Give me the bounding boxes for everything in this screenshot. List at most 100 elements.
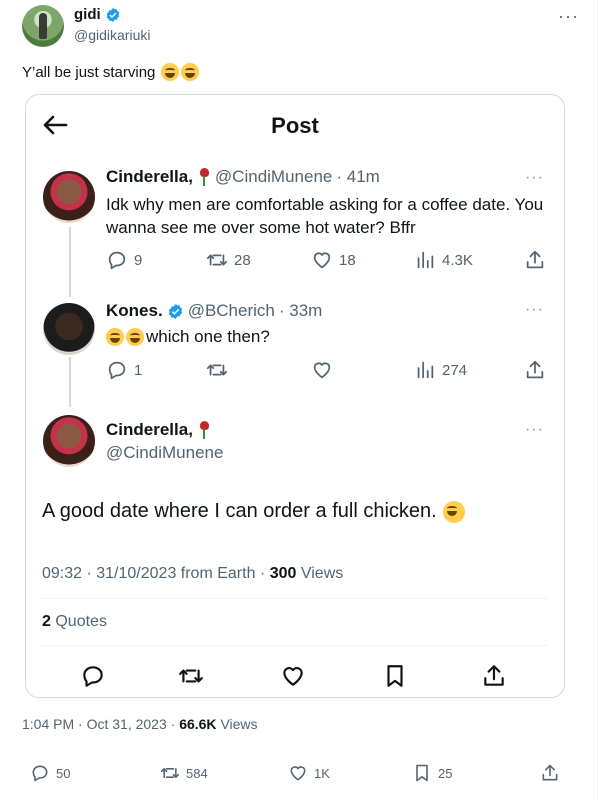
views-chart-icon: [417, 251, 434, 269]
avatar[interactable]: [22, 5, 64, 47]
main-post-text: A good date where I can order a full chi…: [42, 500, 465, 523]
tweet-views-label: Views: [220, 716, 258, 732]
reply-icon: [83, 666, 103, 687]
reply-header: Cinderella, @CindiMunene · 41m: [106, 167, 380, 187]
share-button[interactable]: [540, 763, 560, 783]
reply-time[interactable]: · 41m: [336, 167, 379, 187]
reply-text: which one then?: [106, 325, 270, 348]
main-post-text-content: A good date where I can order a full chi…: [42, 500, 437, 522]
like-count: 18: [339, 251, 356, 269]
post-views-label: Views: [300, 565, 344, 582]
quotes-link[interactable]: 2 Quotes: [42, 613, 107, 631]
bookmark-count: 25: [438, 765, 453, 781]
like-button[interactable]: 18: [311, 249, 356, 271]
retweet-icon: [206, 254, 228, 266]
divider: [42, 598, 548, 599]
like-button[interactable]: [280, 663, 306, 689]
reply-icon: [108, 361, 126, 380]
like-button[interactable]: 1K: [288, 763, 330, 783]
retweet-icon: [179, 669, 203, 683]
reply-button[interactable]: 1: [106, 359, 142, 381]
tears-of-joy-emoji-icon: [106, 327, 124, 346]
reply-button[interactable]: 9: [106, 249, 142, 271]
reply-actions: 9 28 18 4.3K: [26, 248, 564, 272]
post-timestamp: 09:32 · 31/10/2023 from Earth · 300 View…: [42, 565, 343, 583]
share-icon: [526, 360, 544, 379]
tweet-timestamp: 1:04 PM · Oct 31, 2023 · 66.6K Views: [22, 716, 258, 732]
reply-text: Idk why men are comfortable asking for a…: [106, 195, 544, 237]
reply-actions: 1 274: [26, 358, 564, 382]
author-handle[interactable]: @gidikariuki: [74, 27, 150, 43]
page-title: Post: [271, 113, 319, 138]
share-icon: [542, 764, 558, 781]
tweet-time[interactable]: 1:04 PM · Oct 31, 2023 ·: [22, 716, 175, 732]
bookmark-button[interactable]: [382, 663, 408, 689]
main-author-handle-row: @CindiMunene: [106, 443, 223, 463]
more-options-icon[interactable]: ···: [525, 421, 544, 439]
share-button[interactable]: [524, 249, 546, 271]
retweet-button[interactable]: [206, 359, 228, 381]
sweat-smile-emoji-icon: [161, 63, 180, 81]
main-author-row: Cinderella,: [106, 420, 211, 440]
bookmark-icon: [416, 764, 428, 782]
share-icon: [526, 250, 544, 269]
reply-icon: [108, 251, 126, 270]
reply-text-content: which one then?: [146, 327, 270, 346]
verified-badge-icon: [168, 303, 182, 319]
avatar[interactable]: [43, 415, 95, 467]
divider: [42, 645, 548, 646]
heart-icon: [313, 362, 331, 379]
avatar[interactable]: [43, 171, 95, 223]
reply-button[interactable]: 50: [30, 763, 70, 783]
avatar[interactable]: [43, 303, 95, 355]
main-author-name[interactable]: Cinderella,: [106, 420, 193, 440]
bookmark-icon: [387, 665, 403, 687]
retweet-count: 584: [186, 765, 208, 781]
embedded-post-screenshot[interactable]: Post Cinderella, @CindiMunene · 41m ··· …: [25, 94, 565, 698]
more-options-icon[interactable]: ···: [558, 6, 579, 27]
reply-count: 9: [134, 251, 143, 269]
reply-header: Kones. @BCherich · 33m: [106, 301, 322, 321]
verified-badge-icon: [106, 7, 119, 22]
more-options-icon[interactable]: ···: [525, 169, 544, 187]
retweet-icon: [160, 768, 180, 778]
rose-emoji-icon: [197, 421, 211, 439]
retweet-icon: [206, 364, 228, 376]
retweet-button[interactable]: 28: [206, 249, 251, 271]
retweet-button[interactable]: 584: [160, 763, 208, 783]
tweet-views-count: 66.6K: [179, 716, 217, 732]
tears-of-joy-emoji-icon: [442, 500, 465, 523]
views-button[interactable]: 274: [414, 359, 467, 381]
reply-icon: [32, 765, 48, 782]
reply-author-handle[interactable]: @CindiMunene: [215, 167, 332, 187]
reply-author-name[interactable]: Kones.: [106, 301, 163, 321]
main-author-handle[interactable]: @CindiMunene: [106, 443, 223, 463]
reply-count: 1: [134, 361, 143, 379]
more-options-icon[interactable]: ···: [525, 301, 544, 319]
share-button[interactable]: [524, 359, 546, 381]
share-icon: [484, 665, 504, 686]
post-views-count: 300: [269, 565, 297, 582]
tweet-text: Y’all be just starving: [22, 63, 200, 81]
reply-author-name[interactable]: Cinderella,: [106, 167, 193, 187]
tweet-text-content: Y’all be just starving: [22, 63, 156, 81]
views-chart-icon: [417, 361, 434, 379]
reply-count: 50: [56, 765, 71, 781]
like-count: 1K: [314, 765, 330, 781]
tweet-actions: 50 584 1K 25: [0, 762, 598, 784]
author-row: gidi: [74, 6, 121, 23]
author-name[interactable]: gidi: [74, 6, 101, 23]
tears-of-joy-emoji-icon: [126, 327, 144, 346]
reply-button[interactable]: [80, 663, 106, 689]
heart-icon: [313, 252, 331, 269]
views-button[interactable]: 4.3K: [414, 249, 473, 271]
reply-time[interactable]: · 33m: [279, 301, 322, 321]
reply-author-handle[interactable]: @BCherich: [188, 301, 275, 321]
bookmark-button[interactable]: 25: [412, 763, 452, 783]
quotes-label: Quotes: [55, 613, 107, 630]
post-time[interactable]: 09:32 · 31/10/2023 from Earth ·: [42, 565, 265, 582]
heart-icon: [283, 667, 303, 686]
share-button[interactable]: [481, 663, 507, 689]
retweet-button[interactable]: [178, 663, 204, 689]
like-button[interactable]: [311, 359, 333, 381]
